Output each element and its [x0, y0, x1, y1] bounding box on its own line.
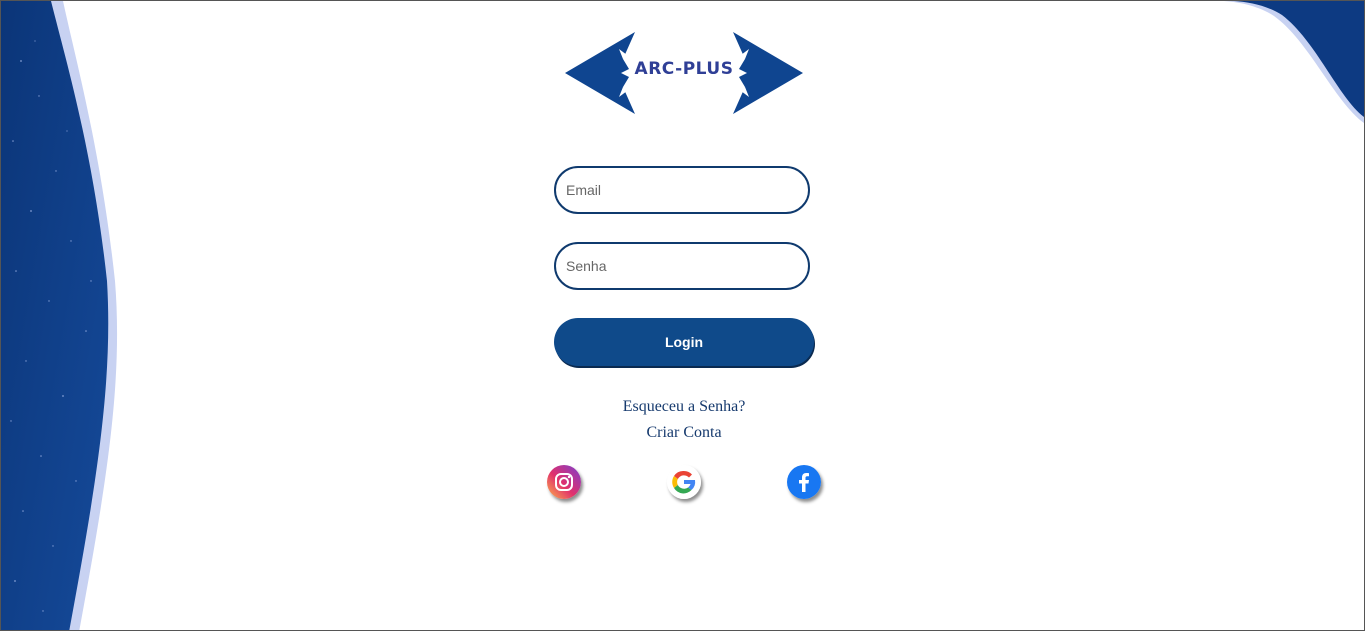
right-wave-decoration	[1224, 1, 1364, 123]
facebook-icon	[787, 465, 821, 499]
instagram-icon	[547, 465, 581, 499]
logo-text: ARC-PLUS	[634, 59, 734, 79]
instagram-button[interactable]	[547, 465, 581, 499]
password-input[interactable]	[554, 242, 810, 290]
facebook-button[interactable]	[787, 465, 821, 499]
login-page: ARC-PLUS Login Esqueceu a Senha? Criar C…	[0, 0, 1365, 631]
arc-plus-logo: ARC-PLUS	[563, 31, 805, 115]
forgot-password-link[interactable]: Esqueceu a Senha?	[554, 398, 814, 416]
login-button[interactable]: Login	[554, 318, 814, 366]
email-input[interactable]	[554, 166, 810, 214]
google-button[interactable]	[667, 465, 701, 499]
google-icon	[667, 465, 701, 499]
create-account-link[interactable]: Criar Conta	[554, 424, 814, 442]
left-wave-decoration	[1, 1, 118, 630]
